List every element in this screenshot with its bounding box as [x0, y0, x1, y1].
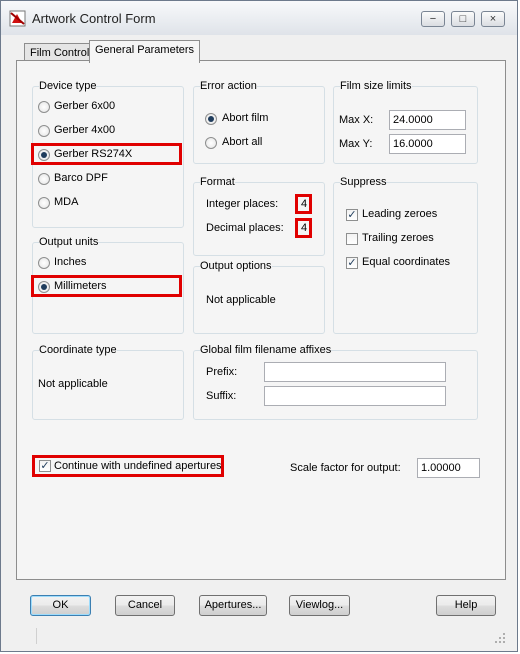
decimal-places-value: 4	[301, 222, 308, 234]
option-label[interactable]: Abort film	[222, 112, 268, 124]
output-options-label: Output options	[200, 260, 272, 272]
output-options-text: Not applicable	[206, 294, 276, 306]
error-action-label: Error action	[200, 80, 257, 92]
checkbox-label[interactable]: Trailing zeroes	[362, 232, 434, 244]
coordinate-type-label: Coordinate type	[39, 344, 117, 356]
coordinate-type-text: Not applicable	[38, 378, 108, 390]
maximize-button[interactable]: □	[451, 11, 475, 27]
maximize-icon: □	[459, 12, 467, 25]
viewlog-button[interactable]: Viewlog...	[289, 595, 350, 616]
radio-mda[interactable]	[38, 197, 50, 209]
option-label[interactable]: Gerber 4x00	[54, 124, 115, 136]
max-y-field[interactable]: 16.0000	[389, 134, 466, 154]
option-label[interactable]: Barco DPF	[54, 172, 108, 184]
checkbox-equal-coordinates[interactable]: ✓	[346, 257, 358, 269]
radio-abort-film[interactable]	[205, 113, 217, 125]
status-bar-divider	[36, 628, 37, 644]
error-action-group	[193, 86, 325, 164]
title-bar[interactable]: Artwork Control Form − □ ×	[1, 1, 517, 35]
integer-places-value: 4	[301, 198, 308, 210]
prefix-label: Prefix:	[206, 366, 238, 378]
integer-places-label: Integer places:	[206, 198, 279, 210]
option-label[interactable]: Gerber 6x00	[54, 100, 115, 112]
radio-abort-all[interactable]	[205, 137, 217, 149]
tab-label: General Parameters	[95, 44, 195, 56]
decimal-places-label: Decimal places:	[206, 222, 284, 234]
close-icon: ×	[489, 12, 497, 25]
radio-barco-dpf[interactable]	[38, 173, 50, 185]
film-size-limits-label: Film size limits	[340, 80, 412, 92]
window-title: Artwork Control Form	[32, 11, 156, 26]
checkmark-icon: ✓	[347, 257, 357, 269]
decimal-places-field[interactable]: 4	[295, 218, 312, 238]
suppress-label: Suppress	[340, 176, 387, 188]
device-type-label: Device type	[39, 80, 97, 92]
ok-button[interactable]: OK	[30, 595, 91, 616]
max-y-label: Max Y:	[339, 138, 373, 150]
max-x-field[interactable]: 24.0000	[389, 110, 466, 130]
integer-places-field[interactable]: 4	[295, 194, 312, 214]
resize-grip-icon[interactable]	[494, 632, 506, 644]
checkbox-label[interactable]: Leading zeroes	[362, 208, 437, 220]
checkbox-trailing-zeroes[interactable]	[346, 233, 358, 245]
app-icon	[9, 10, 26, 27]
affixes-label: Global film filename affixes	[200, 344, 332, 356]
scale-factor-field[interactable]: 1.00000	[417, 458, 480, 478]
radio-inches[interactable]	[38, 257, 50, 269]
tab-general-parameters[interactable]: General Parameters	[89, 40, 201, 63]
highlight-box-continue	[32, 455, 224, 477]
highlight-box-device	[31, 143, 182, 165]
checkbox-leading-zeroes[interactable]: ✓	[346, 209, 358, 221]
radio-gerber-6x00[interactable]	[38, 101, 50, 113]
minimize-icon: −	[429, 12, 437, 25]
checkmark-icon: ✓	[347, 209, 357, 221]
status-bar	[8, 626, 508, 646]
affixes-group	[193, 350, 478, 420]
scale-factor-label: Scale factor for output:	[290, 462, 401, 474]
option-label[interactable]: MDA	[54, 196, 78, 208]
checkbox-label[interactable]: Equal coordinates	[362, 256, 450, 268]
prefix-field[interactable]	[264, 362, 446, 382]
apertures-button[interactable]: Apertures...	[199, 595, 267, 616]
radio-selected-dot	[208, 116, 214, 122]
cancel-button[interactable]: Cancel	[115, 595, 175, 616]
option-label[interactable]: Abort all	[222, 136, 262, 148]
output-units-label: Output units	[39, 236, 99, 248]
suffix-label: Suffix:	[206, 390, 237, 402]
format-label: Format	[200, 176, 235, 188]
max-x-label: Max X:	[339, 114, 374, 126]
highlight-box-units	[31, 275, 182, 297]
minimize-button[interactable]: −	[421, 11, 445, 27]
tab-label: Film Control	[30, 47, 90, 59]
option-label[interactable]: Inches	[54, 256, 86, 268]
help-button[interactable]: Help	[436, 595, 496, 616]
close-button[interactable]: ×	[481, 11, 505, 27]
radio-gerber-4x00[interactable]	[38, 125, 50, 137]
suffix-field[interactable]	[264, 386, 446, 406]
